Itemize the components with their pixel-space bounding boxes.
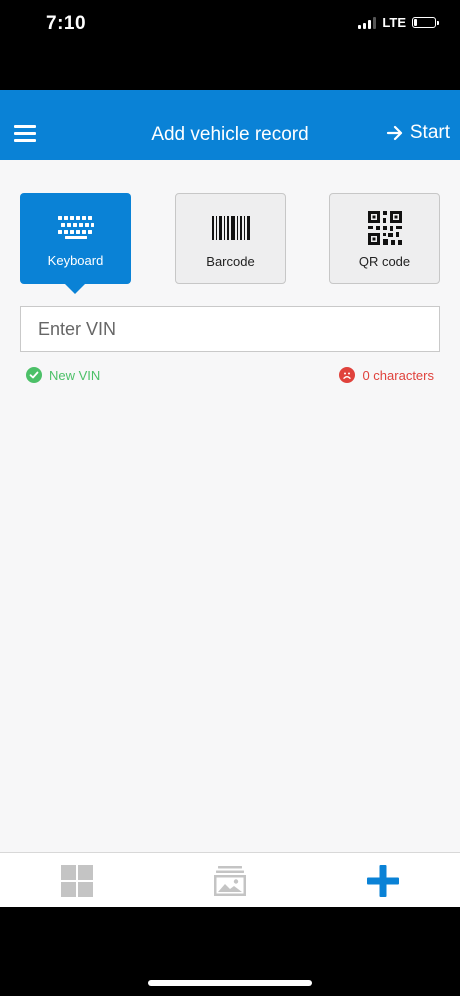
qr-code-icon [330,211,439,245]
battery-icon [412,17,439,28]
add-icon [367,864,399,897]
keyboard-method-button[interactable]: Keyboard [20,193,131,294]
check-circle-icon [26,367,42,383]
header: Add vehicle record Start [0,90,460,160]
vin-input[interactable] [20,306,440,352]
home-indicator[interactable] [148,980,312,986]
app-screen: Add vehicle record Start Keyboard Barcod… [0,90,460,907]
keyboard-icon [20,213,131,241]
start-button[interactable]: Start [386,122,450,144]
qr-code-method-label: QR code [358,254,411,269]
network-type: LTE [382,15,406,30]
new-vin-status: New VIN [26,367,100,383]
start-label: Start [409,122,450,143]
active-pointer [65,284,85,294]
character-count-label: 0 characters [362,367,434,383]
grid-icon [61,864,93,897]
barcode-method-label: Barcode [206,254,255,269]
status-time: 7:10 [46,13,87,34]
status-bar: 7:10 LTE [0,0,460,90]
barcode-method-button[interactable]: Barcode [175,193,286,284]
sad-face-icon [339,367,356,383]
tab-gallery[interactable] [180,853,280,908]
qr-code-method-button[interactable]: QR code [329,193,440,284]
barcode-icon [176,214,285,242]
tab-grid[interactable] [27,853,127,908]
new-vin-label: New VIN [49,367,101,383]
input-method-selector: Keyboard Barcode QR code [20,193,440,294]
keyboard-method-label: Keyboard [47,253,104,268]
signal-icon [358,16,377,29]
arrow-right-icon [386,125,402,141]
character-count-status: 0 characters [339,367,434,383]
vin-validation-row: New VIN 0 characters [26,367,434,385]
tab-bar [0,852,460,907]
status-indicators: LTE [358,15,439,30]
hamburger-menu-icon[interactable] [14,125,36,143]
tab-add[interactable] [333,853,433,908]
gallery-icon [214,865,246,896]
